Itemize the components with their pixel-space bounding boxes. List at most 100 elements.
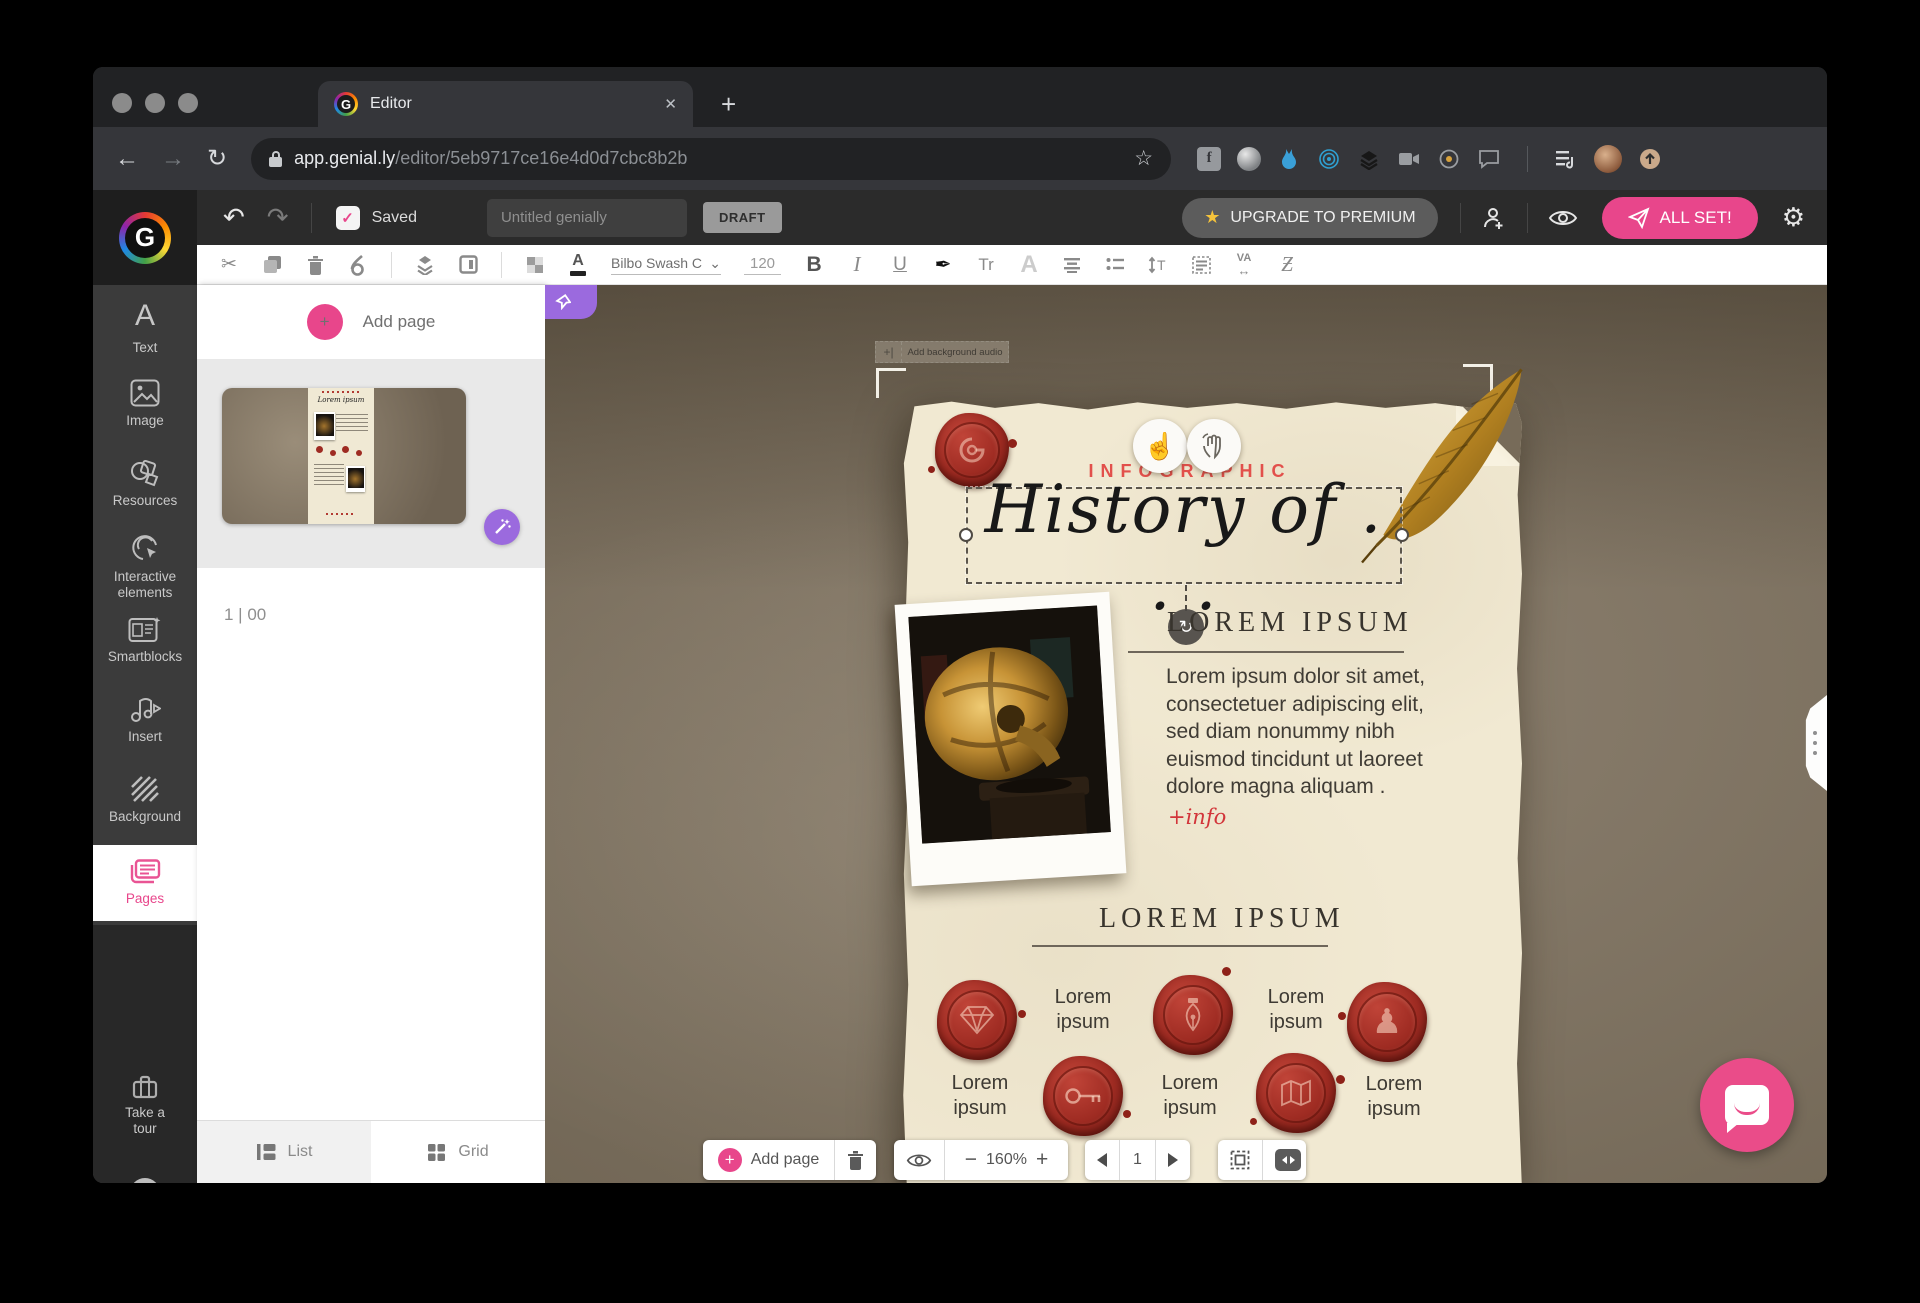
- share-up-icon[interactable]: [1638, 147, 1662, 171]
- line-height-icon[interactable]: T: [1148, 251, 1168, 279]
- delete-icon[interactable]: [305, 251, 325, 279]
- cut-icon[interactable]: ✂: [219, 251, 239, 279]
- underline-icon[interactable]: U: [890, 251, 910, 279]
- add-collaborator-icon[interactable]: [1481, 205, 1507, 231]
- seal-label[interactable]: Lorem ipsum: [1045, 985, 1121, 1035]
- editor-canvas[interactable]: +| Add background audio: [545, 285, 1827, 1183]
- layers-order-icon[interactable]: [415, 251, 435, 279]
- sidebar-item-resources[interactable]: Resources: [93, 459, 197, 509]
- sidebar-item-background[interactable]: Background: [93, 775, 197, 825]
- browser-tab[interactable]: Editor ✕: [318, 81, 693, 127]
- resize-handle-right[interactable]: [1395, 528, 1409, 542]
- next-page-button[interactable]: [1155, 1140, 1190, 1180]
- font-size-input[interactable]: 120: [744, 255, 781, 275]
- text-color-icon[interactable]: A: [568, 251, 588, 279]
- opacity-icon[interactable]: [525, 251, 545, 279]
- upgrade-premium-button[interactable]: ★ UPGRADE TO PREMIUM: [1182, 198, 1437, 238]
- reload-icon[interactable]: ↻: [207, 144, 227, 173]
- bottom-add-page-button[interactable]: + Add page: [703, 1140, 834, 1180]
- seal-label[interactable]: Lorem ipsum: [1356, 1072, 1432, 1122]
- sidebar-item-smartblocks[interactable]: Smartblocks: [93, 615, 197, 665]
- help-button[interactable]: ?: [93, 1178, 197, 1183]
- seal-label[interactable]: Lorem ipsum: [942, 1071, 1018, 1121]
- section1-body-text[interactable]: Lorem ipsum dolor sit amet, consectetuer…: [1166, 663, 1432, 801]
- facebook-extension-icon[interactable]: f: [1197, 147, 1221, 171]
- radar-extension-icon[interactable]: [1317, 147, 1341, 171]
- new-tab-button[interactable]: +: [721, 89, 736, 120]
- preview-eye-icon[interactable]: [1548, 207, 1578, 229]
- delete-page-button[interactable]: [834, 1140, 876, 1180]
- side-drawer-handle[interactable]: [1803, 695, 1827, 791]
- camera-extension-icon[interactable]: [1397, 147, 1421, 171]
- window-zoom-button[interactable]: [178, 93, 198, 113]
- text-transform-icon[interactable]: Tr: [976, 251, 996, 279]
- saved-checkbox[interactable]: ✓: [336, 206, 360, 230]
- zoom-out-button[interactable]: −: [965, 1148, 977, 1172]
- sidebar-item-image[interactable]: Image: [93, 379, 197, 429]
- interactivity-icon[interactable]: [348, 251, 368, 279]
- genially-logo-block[interactable]: [93, 190, 197, 285]
- add-page-button[interactable]: + Add page: [197, 285, 545, 360]
- window-close-button[interactable]: [112, 93, 132, 113]
- genially-title-input[interactable]: [487, 199, 687, 237]
- seal-label[interactable]: Lorem ipsum: [1258, 985, 1334, 1035]
- text-background-icon[interactable]: [1191, 251, 1211, 279]
- redo-icon[interactable]: ↷: [267, 202, 289, 233]
- undo-icon[interactable]: ↶: [223, 202, 245, 233]
- address-bar[interactable]: app.genial.ly/editor/5eb9717ce16e4d0d7cb…: [251, 138, 1171, 180]
- seal-label[interactable]: Lorem ipsum: [1152, 1071, 1228, 1121]
- italic-icon[interactable]: I: [847, 251, 867, 279]
- duplicate-icon[interactable]: [262, 251, 282, 279]
- flame-extension-icon[interactable]: [1277, 147, 1301, 171]
- zoom-in-button[interactable]: +: [1036, 1148, 1048, 1172]
- chat-extension-icon[interactable]: [1477, 147, 1501, 171]
- wax-seal-map[interactable]: [1256, 1053, 1336, 1133]
- sidebar-item-text[interactable]: A Text: [93, 299, 197, 355]
- preview-button[interactable]: [894, 1140, 944, 1180]
- tap-interaction-button[interactable]: ☝: [1133, 419, 1187, 473]
- wax-seal-diamond[interactable]: [937, 980, 1017, 1060]
- forward-icon[interactable]: →: [161, 145, 185, 173]
- back-icon[interactable]: ←: [115, 145, 139, 173]
- bookmark-star-icon[interactable]: ☆: [1134, 146, 1153, 171]
- section1-heading[interactable]: LOREM IPSUM: [1167, 607, 1413, 639]
- media-queue-icon[interactable]: [1554, 147, 1578, 171]
- all-set-button[interactable]: ALL SET!: [1602, 197, 1758, 239]
- list-view-button[interactable]: List: [197, 1121, 371, 1183]
- crop-frame-icon[interactable]: [458, 251, 478, 279]
- align-icon[interactable]: [1062, 251, 1082, 279]
- take-a-tour-button[interactable]: Take a tour: [93, 1075, 197, 1136]
- selection-frame-button[interactable]: [1218, 1140, 1262, 1180]
- wax-seal-pen[interactable]: [1153, 975, 1233, 1055]
- add-background-audio-button[interactable]: +| Add background audio: [875, 341, 1009, 363]
- resize-handle-left[interactable]: [959, 528, 973, 542]
- clear-format-icon[interactable]: Ƶ: [1277, 251, 1297, 279]
- prev-page-button[interactable]: [1085, 1140, 1119, 1180]
- sphere-extension-icon[interactable]: [1237, 147, 1261, 171]
- layers-extension-icon[interactable]: [1357, 147, 1381, 171]
- wax-seal-key[interactable]: [1043, 1056, 1123, 1136]
- page-list-item[interactable]: Lorem ipsum 1 | 00: [197, 360, 545, 568]
- sidebar-item-pages[interactable]: Pages: [93, 845, 197, 921]
- highlight-pen-icon[interactable]: ✒: [933, 251, 953, 279]
- text-shadow-icon[interactable]: A: [1019, 251, 1039, 279]
- tab-close-icon[interactable]: ✕: [664, 95, 677, 113]
- drag-interaction-button[interactable]: [1187, 419, 1241, 473]
- info-link[interactable]: +info: [1168, 805, 1226, 829]
- sidebar-item-insert[interactable]: Insert: [93, 695, 197, 745]
- pin-panel-tab[interactable]: [545, 285, 597, 319]
- wax-seal-pawn[interactable]: ♟: [1347, 982, 1427, 1062]
- font-family-select[interactable]: Bilbo Swash C ⌄: [611, 255, 721, 275]
- window-minimize-button[interactable]: [145, 93, 165, 113]
- page-thumbnail[interactable]: Lorem ipsum: [222, 388, 466, 524]
- support-chat-button[interactable]: [1700, 1058, 1794, 1152]
- section2-heading[interactable]: LOREM IPSUM: [1099, 903, 1345, 935]
- grid-view-button[interactable]: Grid: [371, 1121, 545, 1183]
- target-extension-icon[interactable]: [1437, 147, 1461, 171]
- settings-gear-icon[interactable]: ⚙: [1782, 202, 1805, 233]
- sidebar-item-interactive-elements[interactable]: Interactive elements: [93, 533, 197, 600]
- magic-wand-button[interactable]: [484, 509, 520, 545]
- bold-icon[interactable]: B: [804, 251, 824, 279]
- fit-width-button[interactable]: [1262, 1140, 1313, 1180]
- gramophone-polaroid-image[interactable]: [895, 592, 1127, 887]
